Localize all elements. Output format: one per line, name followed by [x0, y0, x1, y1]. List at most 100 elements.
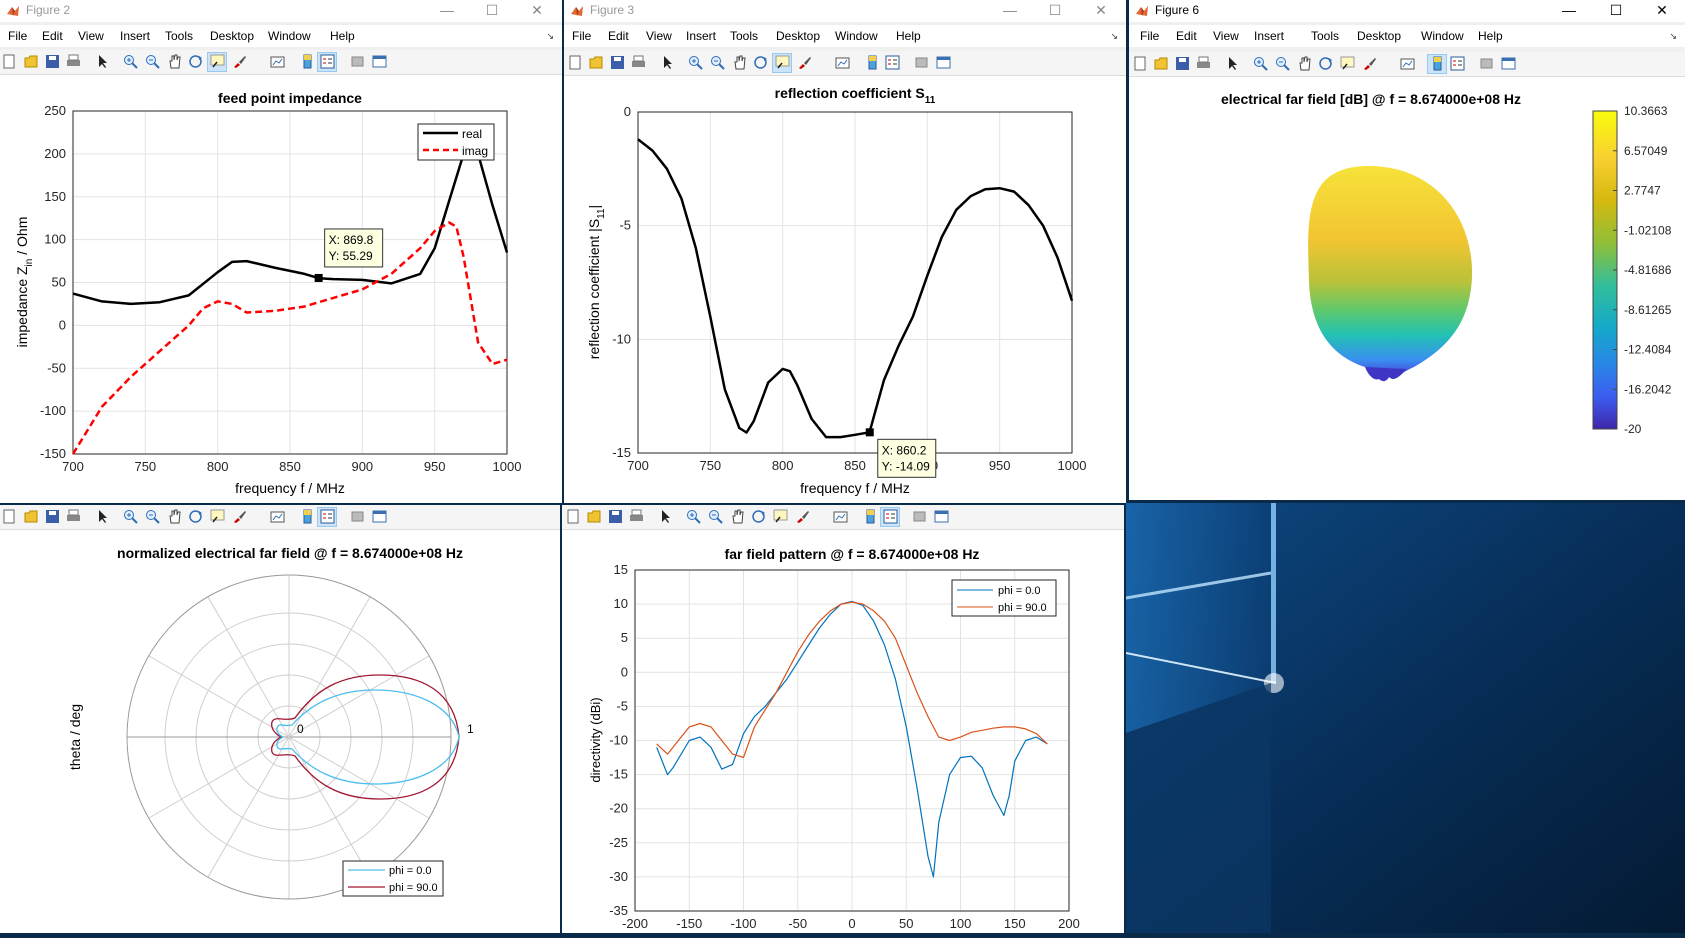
zoom-in-icon[interactable]	[688, 55, 703, 70]
hide-plot-tools-icon[interactable]	[350, 509, 365, 524]
save-icon[interactable]	[1175, 56, 1190, 71]
rotate-icon[interactable]	[188, 509, 203, 524]
menu-help[interactable]: Help	[1478, 29, 1503, 43]
print-icon[interactable]	[631, 55, 646, 70]
close-icon[interactable]: ✕	[1078, 0, 1124, 22]
print-icon[interactable]	[66, 509, 81, 524]
zoom-out-icon[interactable]	[1275, 56, 1290, 71]
colorbar-icon[interactable]	[863, 509, 878, 524]
legend-icon[interactable]	[1450, 56, 1465, 71]
data-cursor-icon[interactable]	[773, 509, 788, 524]
zoom-in-icon[interactable]	[123, 54, 138, 69]
menu-desktop[interactable]: Desktop	[1357, 29, 1401, 43]
data-cursor-icon[interactable]	[1340, 56, 1355, 71]
brush-icon[interactable]	[797, 55, 812, 70]
menu-insert[interactable]: Insert	[686, 29, 716, 43]
show-plot-tools-icon[interactable]	[372, 54, 387, 69]
menu-help[interactable]: Help	[896, 29, 921, 43]
link-plot-icon[interactable]	[270, 509, 285, 524]
new-figure-icon[interactable]	[568, 55, 583, 70]
brush-icon[interactable]	[795, 509, 810, 524]
menu-desktop[interactable]: Desktop	[210, 29, 254, 43]
menu-edit[interactable]: Edit	[1176, 29, 1197, 43]
rotate-icon[interactable]	[1318, 56, 1333, 71]
link-plot-icon[interactable]	[833, 509, 848, 524]
show-plot-tools-icon[interactable]	[372, 509, 387, 524]
save-icon[interactable]	[608, 509, 623, 524]
menu-desktop[interactable]: Desktop	[776, 29, 820, 43]
pointer-icon[interactable]	[660, 55, 675, 70]
show-plot-tools-icon[interactable]	[1501, 56, 1516, 71]
menu-tools[interactable]: Tools	[165, 29, 193, 43]
brush-icon[interactable]	[232, 509, 247, 524]
new-figure-icon[interactable]	[1133, 56, 1148, 71]
close-icon[interactable]: ✕	[1639, 0, 1685, 22]
save-icon[interactable]	[45, 509, 60, 524]
data-cursor-icon[interactable]	[775, 55, 790, 70]
save-icon[interactable]	[610, 55, 625, 70]
pointer-icon[interactable]	[95, 509, 110, 524]
menu-file[interactable]: File	[1140, 29, 1159, 43]
legend[interactable]: real imag	[417, 123, 495, 161]
colorbar-icon[interactable]	[865, 55, 880, 70]
colorbar-icon[interactable]	[300, 509, 315, 524]
figure-3-window[interactable]: Figure 3 — ☐ ✕ File Edit View Insert Too…	[564, 0, 1126, 503]
hide-plot-tools-icon[interactable]	[350, 54, 365, 69]
minimize-icon[interactable]: —	[424, 0, 470, 22]
menu-insert[interactable]: Insert	[120, 29, 150, 43]
pan-icon[interactable]	[1297, 56, 1312, 71]
open-file-icon[interactable]	[24, 54, 39, 69]
open-file-icon[interactable]	[589, 55, 604, 70]
menu-view[interactable]: View	[646, 29, 672, 43]
zoom-out-icon[interactable]	[708, 509, 723, 524]
brush-icon[interactable]	[232, 54, 247, 69]
save-icon[interactable]	[45, 54, 60, 69]
maximize-icon[interactable]: ☐	[1593, 0, 1639, 22]
menu-dock-arrow-icon[interactable]: ↘	[1669, 31, 1677, 42]
menu-help[interactable]: Help	[330, 29, 355, 43]
colorbar-icon[interactable]	[1430, 56, 1445, 71]
data-cursor-icon[interactable]	[210, 54, 225, 69]
open-file-icon[interactable]	[587, 509, 602, 524]
minimize-icon[interactable]: —	[1546, 0, 1592, 22]
pointer-icon[interactable]	[658, 509, 673, 524]
legend-icon[interactable]	[885, 55, 900, 70]
zoom-out-icon[interactable]	[145, 54, 160, 69]
rotate-icon[interactable]	[753, 55, 768, 70]
new-figure-icon[interactable]	[566, 509, 581, 524]
zoom-out-icon[interactable]	[145, 509, 160, 524]
pointer-icon[interactable]	[95, 54, 110, 69]
pan-icon[interactable]	[167, 509, 182, 524]
data-cursor-icon[interactable]	[210, 509, 225, 524]
zoom-in-icon[interactable]	[1253, 56, 1268, 71]
datatip-marker[interactable]	[865, 428, 874, 437]
polar-figure-window[interactable]: normalized electrical far field @ f = 8.…	[0, 505, 560, 933]
menu-tools[interactable]: Tools	[1311, 29, 1339, 43]
menu-dock-arrow-icon[interactable]: ↘	[1110, 31, 1118, 42]
open-file-icon[interactable]	[24, 509, 39, 524]
minimize-icon[interactable]: —	[987, 0, 1033, 22]
maximize-icon[interactable]: ☐	[1032, 0, 1078, 22]
menu-tools[interactable]: Tools	[730, 29, 758, 43]
menu-window[interactable]: Window	[835, 29, 878, 43]
menu-file[interactable]: File	[572, 29, 591, 43]
open-file-icon[interactable]	[1154, 56, 1169, 71]
legend-icon[interactable]	[320, 54, 335, 69]
print-icon[interactable]	[66, 54, 81, 69]
menu-edit[interactable]: Edit	[42, 29, 63, 43]
zoom-out-icon[interactable]	[710, 55, 725, 70]
zoom-in-icon[interactable]	[686, 509, 701, 524]
new-figure-icon[interactable]	[2, 509, 17, 524]
figure-2-window[interactable]: Figure 2 — ☐ ✕ File Edit View Insert Too…	[0, 0, 562, 503]
menu-window[interactable]: Window	[1421, 29, 1464, 43]
legend-icon[interactable]	[883, 509, 898, 524]
link-plot-icon[interactable]	[270, 54, 285, 69]
pan-icon[interactable]	[167, 54, 182, 69]
menu-insert[interactable]: Insert	[1254, 29, 1284, 43]
figure-3-titlebar[interactable]: Figure 3 — ☐ ✕	[564, 0, 1126, 22]
hide-plot-tools-icon[interactable]	[912, 509, 927, 524]
rotate-icon[interactable]	[188, 54, 203, 69]
pan-icon[interactable]	[730, 509, 745, 524]
datatip-marker[interactable]	[314, 273, 323, 282]
maximize-icon[interactable]: ☐	[469, 0, 515, 22]
